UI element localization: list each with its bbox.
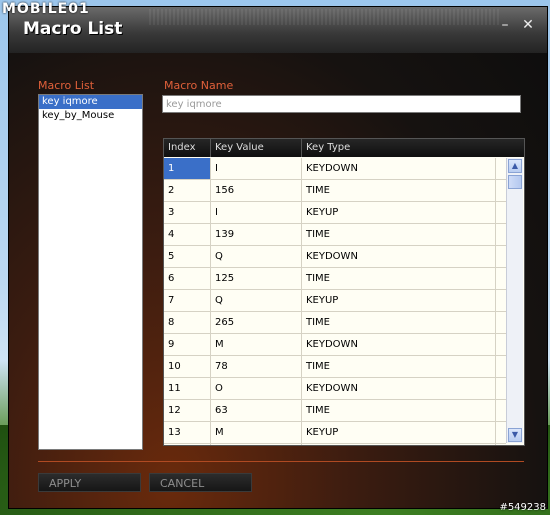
cell-key-value: Q	[211, 290, 302, 311]
macro-list-label: Macro List	[38, 79, 95, 92]
cell-key-value: 78	[211, 356, 302, 377]
table-body: 1 I KEYDOWN 2 156 TIME 3 I KEYUP 4 139 TIME 5 Q KEYDOW…	[164, 158, 506, 445]
cell-index: 1	[164, 158, 211, 179]
cell-key-type: TIME	[302, 224, 496, 245]
cell-key-type: TIME	[302, 444, 496, 445]
divider	[38, 461, 524, 462]
cell-key-type: KEYDOWN	[302, 158, 496, 179]
table-row[interactable]: 11 O KEYDOWN	[164, 378, 506, 400]
macro-listbox[interactable]: key iqmore key_by_Mouse	[38, 94, 143, 450]
scroll-down-icon[interactable]: ▼	[508, 428, 522, 442]
cell-key-value: 125	[211, 268, 302, 289]
table-row[interactable]: 9 M KEYDOWN	[164, 334, 506, 356]
window-title: Macro List	[23, 19, 123, 39]
minimize-icon[interactable]: –	[497, 17, 513, 33]
macro-table: Index Key Value Key Type 1 I KEYDOWN 2 156 TI…	[163, 138, 525, 446]
cell-index: 11	[164, 378, 211, 399]
cell-index: 4	[164, 224, 211, 245]
macro-list-item[interactable]: key_by_Mouse	[39, 109, 142, 123]
cell-index: 9	[164, 334, 211, 355]
cell-key-value: Q	[211, 246, 302, 267]
cell-key-value: 63	[211, 400, 302, 421]
scroll-thumb[interactable]	[508, 175, 522, 189]
cell-key-value: I	[211, 158, 302, 179]
table-row[interactable]: 5 Q KEYDOWN	[164, 246, 506, 268]
table-row[interactable]: 7 Q KEYUP	[164, 290, 506, 312]
macro-name-field[interactable]: key iqmore	[162, 95, 521, 113]
cell-key-value: O	[211, 378, 302, 399]
cell-key-type: TIME	[302, 400, 496, 421]
table-scrollbar[interactable]: ▲ ▼	[506, 158, 523, 443]
cell-index: 6	[164, 268, 211, 289]
cell-key-value: M	[211, 334, 302, 355]
cell-key-type: KEYDOWN	[302, 378, 496, 399]
table-row[interactable]: 12 63 TIME	[164, 400, 506, 422]
table-row[interactable]: 1461TIME	[164, 444, 506, 445]
header-key-type[interactable]: Key Type	[302, 139, 524, 157]
table-row[interactable]: 3 I KEYUP	[164, 202, 506, 224]
table-row[interactable]: 4 139 TIME	[164, 224, 506, 246]
table-header: Index Key Value Key Type	[164, 139, 524, 157]
image-id-label: #549238	[499, 502, 546, 513]
cell-key-value: 156	[211, 180, 302, 201]
cell-index: 8	[164, 312, 211, 333]
cell-key-type: TIME	[302, 268, 496, 289]
macro-name-label: Macro Name	[164, 79, 234, 92]
header-index[interactable]: Index	[164, 139, 211, 157]
table-row[interactable]: 10 78 TIME	[164, 356, 506, 378]
cell-index: 5	[164, 246, 211, 267]
cell-index: 2	[164, 180, 211, 201]
cell-index: 7	[164, 290, 211, 311]
close-icon[interactable]: ✕	[520, 17, 536, 33]
macro-window: Macro List – ✕ Macro List Macro Name key…	[8, 6, 548, 509]
cell-index: 3	[164, 202, 211, 223]
cell-key-value: 61	[211, 444, 302, 445]
cell-key-type: KEYUP	[302, 202, 496, 223]
apply-button[interactable]: APPLY	[38, 473, 141, 492]
cell-index: 12	[164, 400, 211, 421]
table-row[interactable]: 2 156 TIME	[164, 180, 506, 202]
cell-index: 10	[164, 356, 211, 377]
cell-key-type: KEYUP	[302, 422, 496, 443]
cell-key-type: TIME	[302, 356, 496, 377]
cell-index: 14	[164, 444, 211, 445]
cell-key-type: TIME	[302, 180, 496, 201]
cell-key-type: KEYDOWN	[302, 334, 496, 355]
table-row[interactable]: 6 125 TIME	[164, 268, 506, 290]
cell-key-value: I	[211, 202, 302, 223]
table-row[interactable]: 1 I KEYDOWN	[164, 158, 506, 180]
cell-index: 13	[164, 422, 211, 443]
cell-key-type: TIME	[302, 312, 496, 333]
cell-key-type: KEYUP	[302, 290, 496, 311]
table-row[interactable]: 8 265 TIME	[164, 312, 506, 334]
cell-key-type: KEYDOWN	[302, 246, 496, 267]
header-key-value[interactable]: Key Value	[211, 139, 302, 157]
macro-list-item[interactable]: key iqmore	[39, 95, 142, 109]
scroll-up-icon[interactable]: ▲	[508, 159, 522, 173]
title-bar-texture	[149, 9, 499, 25]
cell-key-value: M	[211, 422, 302, 443]
table-row[interactable]: 13 M KEYUP	[164, 422, 506, 444]
cancel-button[interactable]: CANCEL	[149, 473, 252, 492]
mobile01-watermark: MOBILE01	[2, 1, 90, 17]
cell-key-value: 139	[211, 224, 302, 245]
cell-key-value: 265	[211, 312, 302, 333]
